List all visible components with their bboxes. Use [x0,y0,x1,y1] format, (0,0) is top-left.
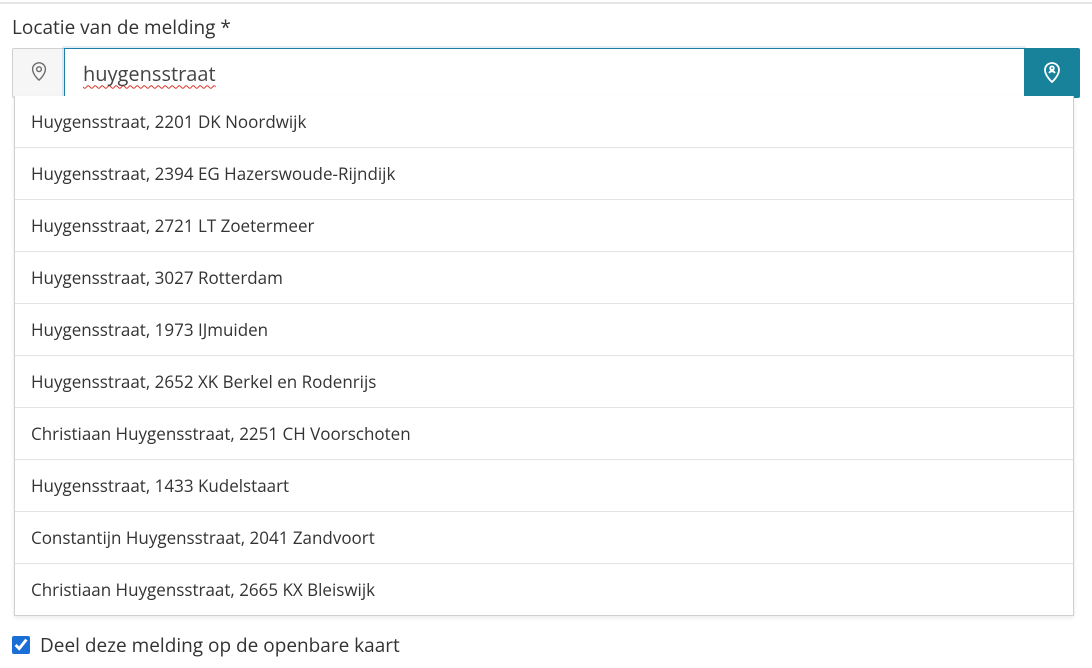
location-suggestion-item[interactable]: Huygensstraat, 1973 IJmuiden [15,304,1073,356]
location-suggestion-item[interactable]: Huygensstraat, 3027 Rotterdam [15,252,1073,304]
location-suggestion-item[interactable]: Huygensstraat, 1433 Kudelstaart [15,460,1073,512]
locate-on-map-button[interactable] [1024,48,1080,98]
location-suggestions-dropdown: Huygensstraat, 2201 DK NoordwijkHuygenss… [14,96,1074,616]
form-section: Locatie van de melding * huygensstraat [0,4,1092,668]
location-suggestion-item[interactable]: Huygensstraat, 2652 XK Berkel en Rodenri… [15,356,1073,408]
use-current-location-button[interactable] [12,48,64,98]
location-suggestion-item[interactable]: Christiaan Huygensstraat, 2665 KX Bleisw… [15,564,1073,615]
map-pin-person-icon [1040,60,1064,87]
location-suggestion-item[interactable]: Constantijn Huygensstraat, 2041 Zandvoor… [15,512,1073,564]
share-row: Deel deze melding op de openbare kaart [12,632,1080,658]
location-pin-icon [28,60,50,87]
location-search-row: huygensstraat [12,48,1080,98]
location-suggestion-item[interactable]: Huygensstraat, 2721 LT Zoetermeer [15,200,1073,252]
location-suggestion-item[interactable]: Huygensstraat, 2394 EG Hazerswoude-Rijnd… [15,148,1073,200]
location-search-input[interactable]: huygensstraat [64,48,1024,98]
location-suggestion-item[interactable]: Christiaan Huygensstraat, 2251 CH Voorsc… [15,408,1073,460]
share-on-public-map-checkbox[interactable] [12,636,30,654]
location-search-input-value: huygensstraat [83,60,216,87]
location-suggestion-item[interactable]: Huygensstraat, 2201 DK Noordwijk [15,96,1073,148]
location-field-label: Locatie van de melding * [12,14,1080,40]
share-on-public-map-label: Deel deze melding op de openbare kaart [40,632,400,658]
